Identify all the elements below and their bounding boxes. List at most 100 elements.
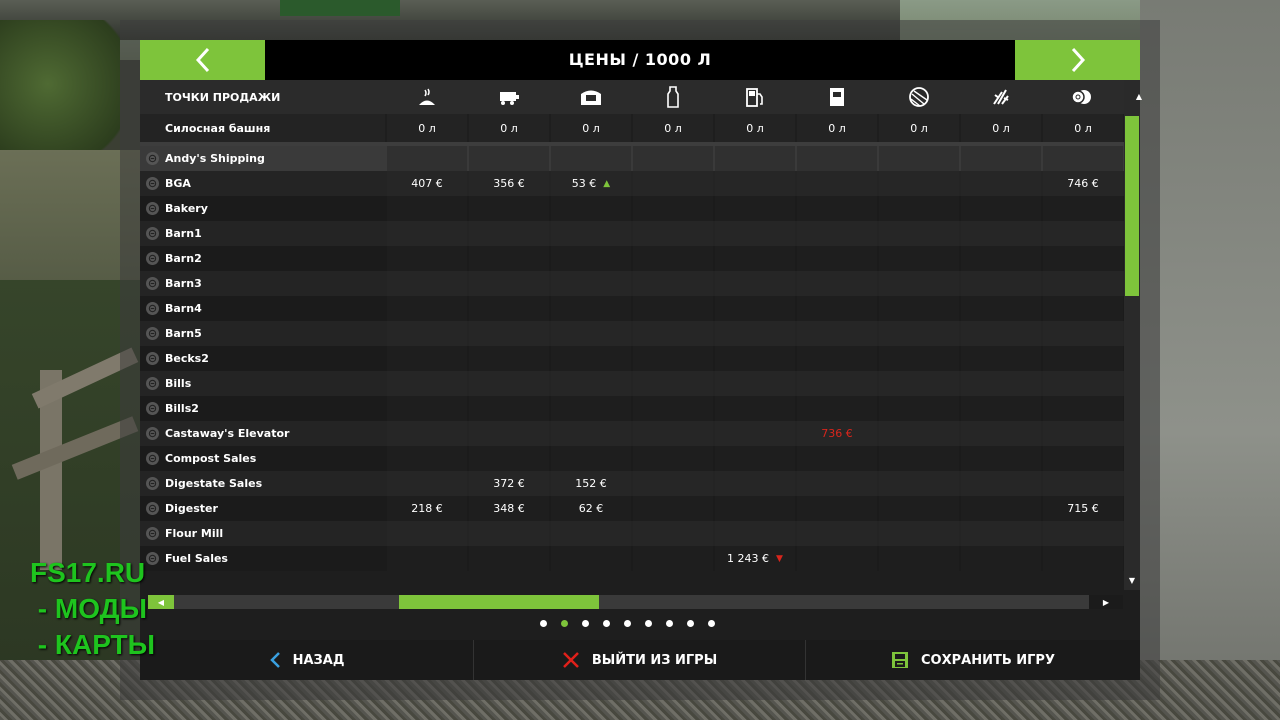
table-row[interactable]: Fuel Sales 1 243 € ▼: [140, 546, 1124, 571]
save-game-button[interactable]: СОХРАНИТЬ ИГРУ: [806, 640, 1140, 680]
price-value: 372 €: [493, 477, 525, 490]
page-dot[interactable]: [561, 620, 568, 627]
price-cell: [797, 196, 877, 221]
watermark-line: FS17.RU: [30, 557, 146, 588]
price-cell: [633, 496, 713, 521]
price-cell: 218 €: [387, 496, 467, 521]
price-cell: [961, 196, 1041, 221]
table-row[interactable]: Becks2: [140, 346, 1124, 371]
price-cell: [551, 221, 631, 246]
sell-point-icon: [146, 227, 159, 240]
table-row[interactable]: Barn2: [140, 246, 1124, 271]
column-seeds[interactable]: [469, 80, 549, 114]
silo-value: 0 л: [469, 114, 549, 142]
price-cell: [879, 421, 959, 446]
price-cell: [633, 396, 713, 421]
table-row[interactable]: Barn5: [140, 321, 1124, 346]
page-dot[interactable]: [603, 620, 610, 627]
price-cell: [715, 196, 795, 221]
sell-point-icon: [146, 202, 159, 215]
price-cell: [469, 271, 549, 296]
page-dot[interactable]: [666, 620, 673, 627]
price-cell: [387, 271, 467, 296]
page-dot[interactable]: [582, 620, 589, 627]
price-cell: [387, 396, 467, 421]
price-cell: [469, 321, 549, 346]
sell-point-label: BGA: [165, 177, 191, 190]
price-value: 218 €: [411, 502, 443, 515]
scroll-down-arrow-icon[interactable]: ▼: [1124, 572, 1140, 588]
table-row[interactable]: Digestate Sales 372 € 152 €: [140, 471, 1124, 496]
page-dot[interactable]: [540, 620, 547, 627]
column-manure[interactable]: [387, 80, 467, 114]
price-cell: [387, 196, 467, 221]
price-cell: [387, 221, 467, 246]
price-cell: [387, 321, 467, 346]
vertical-scroll-thumb[interactable]: [1125, 116, 1139, 296]
table-row[interactable]: Bills2: [140, 396, 1124, 421]
table-row[interactable]: Flour Mill: [140, 521, 1124, 546]
table-row[interactable]: Digester 218 € 348 € 62 € 715 €: [140, 496, 1124, 521]
price-value: 746 €: [1067, 177, 1099, 190]
scroll-right-arrow-icon[interactable]: ▶: [1089, 595, 1123, 609]
quit-game-button[interactable]: ВЫЙТИ ИЗ ИГРЫ: [473, 640, 806, 680]
seeds-icon: [500, 92, 519, 105]
horizontal-scroll-thumb[interactable]: [399, 595, 599, 609]
table-row[interactable]: BGA 407 € 356 € 53 € ▲ 746 €: [140, 171, 1124, 196]
price-cell: [551, 521, 631, 546]
column-wool[interactable]: [879, 80, 959, 114]
page-dot[interactable]: [708, 620, 715, 627]
prev-page-button[interactable]: [140, 40, 265, 80]
price-cell: [387, 471, 467, 496]
save-label: СОХРАНИТЬ ИГРУ: [921, 652, 1055, 668]
sell-point-icon: [146, 452, 159, 465]
table-row[interactable]: Bills: [140, 371, 1124, 396]
table-row[interactable]: Barn4: [140, 296, 1124, 321]
page-dot[interactable]: [687, 620, 694, 627]
price-cell: [797, 171, 877, 196]
sell-point-name: Barn5: [140, 321, 385, 346]
column-bale[interactable]: [1043, 80, 1123, 114]
column-fuel[interactable]: [715, 80, 795, 114]
sell-point-name: Barn3: [140, 271, 385, 296]
price-cell: [797, 371, 877, 396]
table-row[interactable]: Compost Sales: [140, 446, 1124, 471]
table-row[interactable]: Barn3: [140, 271, 1124, 296]
sell-point-label: Becks2: [165, 352, 209, 365]
manure-icon: [419, 88, 435, 105]
horizontal-scrollbar[interactable]: ◀ ▶: [148, 595, 1123, 609]
price-cell: [633, 196, 713, 221]
bale-icon: [1071, 90, 1091, 104]
price-cell: [715, 221, 795, 246]
column-milk[interactable]: [633, 80, 713, 114]
table-header: ТОЧКИ ПРОДАЖИ: [140, 80, 1124, 114]
price-cell: [879, 546, 959, 571]
column-grass[interactable]: [961, 80, 1041, 114]
table-row[interactable]: Andy's Shipping: [140, 146, 1124, 171]
price-cell: [551, 271, 631, 296]
table-row[interactable]: Bakery: [140, 196, 1124, 221]
wool-icon: [909, 87, 929, 107]
scroll-up-arrow-icon[interactable]: ▲: [1131, 88, 1147, 104]
silo-value: 0 л: [1043, 114, 1123, 142]
sell-point-name: Compost Sales: [140, 446, 385, 471]
price-cell: [551, 196, 631, 221]
price-cell: [551, 446, 631, 471]
price-cell: [1043, 521, 1123, 546]
table-row[interactable]: Castaway's Elevator 736 €: [140, 421, 1124, 446]
fertilizer-icon: [581, 90, 601, 105]
column-fertilizer[interactable]: [551, 80, 631, 114]
price-cell: [715, 496, 795, 521]
vertical-scrollbar[interactable]: ▲ ▼: [1124, 80, 1142, 590]
price-cell: [797, 321, 877, 346]
page-dot[interactable]: [624, 620, 631, 627]
column-bag[interactable]: [797, 80, 877, 114]
table-row[interactable]: Barn1: [140, 221, 1124, 246]
back-button[interactable]: НАЗАД: [140, 640, 473, 680]
sell-point-name: Digestate Sales: [140, 471, 385, 496]
silo-value: 0 л: [797, 114, 877, 142]
next-page-button[interactable]: [1015, 40, 1140, 80]
page-dot[interactable]: [645, 620, 652, 627]
price-cell: [469, 546, 549, 571]
price-cell: 736 €: [797, 421, 877, 446]
